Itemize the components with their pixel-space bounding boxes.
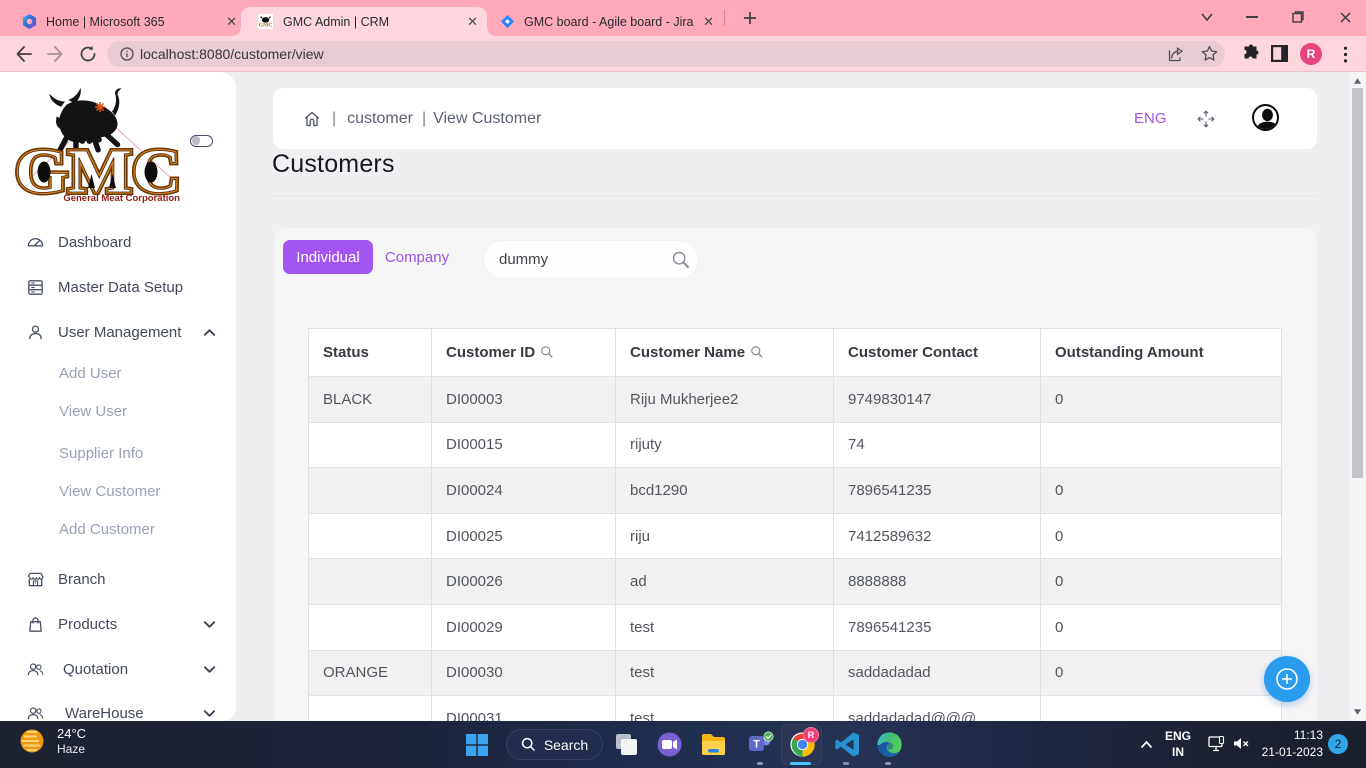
svg-text:T: T [753,739,760,751]
svg-text:General Meat Corporation: General Meat Corporation [63,193,180,204]
svg-text:GMC: GMC [259,22,272,28]
